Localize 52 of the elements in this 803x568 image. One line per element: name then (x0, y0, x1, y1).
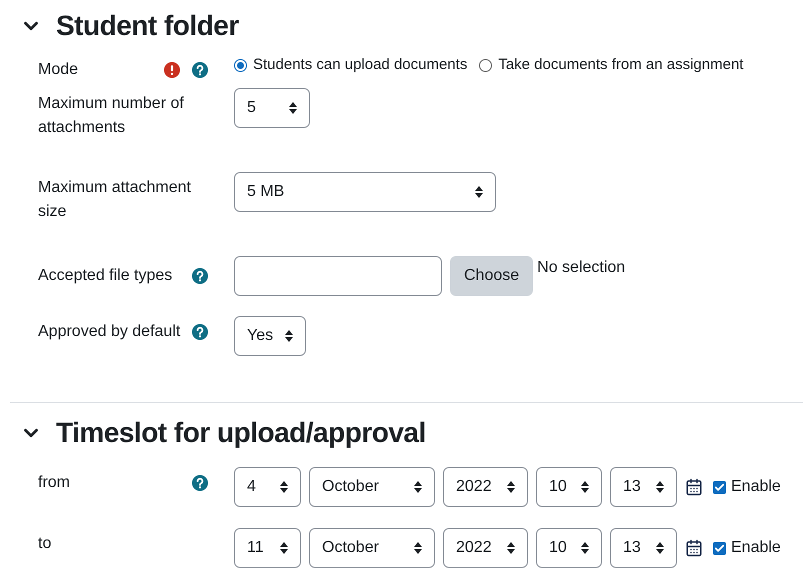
help-icon[interactable] (192, 268, 208, 284)
year-dropdown[interactable]: 2022 (443, 528, 528, 568)
minute-dropdown[interactable]: 13 (610, 467, 677, 507)
dropdown[interactable]: 5 MB (234, 172, 496, 212)
hour-dropdown[interactable]: 10 (536, 528, 602, 568)
month-dropdown[interactable]: October (309, 528, 435, 568)
field-label: to (38, 534, 52, 554)
field-label: from (38, 473, 71, 493)
up-down-icon (581, 542, 589, 554)
checkbox[interactable] (713, 480, 726, 494)
up-down-icon (507, 542, 515, 554)
dropdown[interactable]: 5 (234, 88, 310, 128)
file-status: No selection (537, 258, 626, 278)
up-down-icon (656, 481, 664, 493)
field-label: Accepted file types (38, 266, 174, 286)
dropdown[interactable]: Yes (234, 316, 306, 356)
checkbox-label: Enable (731, 477, 781, 497)
up-down-icon (280, 542, 288, 554)
checkbox-label: Enable (731, 538, 781, 558)
hour-dropdown[interactable]: 10 (536, 467, 602, 507)
radio-label: Students can upload documents (253, 55, 468, 75)
section-heading: Student folder (56, 9, 239, 43)
up-down-icon (475, 186, 483, 198)
field-label: Mode (38, 60, 80, 80)
up-down-icon (414, 542, 422, 554)
field-label: Maximum number of attachments (38, 94, 185, 138)
up-down-icon (289, 102, 297, 114)
field-label: Maximum attachment size (38, 178, 192, 222)
choose-button[interactable]: Choose (450, 256, 534, 296)
up-down-icon (656, 542, 664, 554)
input-field[interactable] (234, 256, 442, 296)
section-heading: Timeslot for upload/approval (56, 416, 426, 450)
up-down-icon (507, 481, 515, 493)
field-label: Approved by default (38, 322, 182, 342)
calendar-icon[interactable] (685, 539, 703, 557)
day-dropdown[interactable]: 4 (234, 467, 301, 507)
year-dropdown[interactable]: 2022 (443, 467, 528, 507)
up-down-icon (414, 481, 422, 493)
up-down-icon (581, 481, 589, 493)
help-icon[interactable] (192, 324, 208, 340)
help-icon[interactable] (192, 62, 208, 78)
checkbox[interactable] (713, 542, 726, 554)
radio-button[interactable] (234, 58, 247, 72)
help-icon[interactable] (192, 475, 208, 491)
radio-button[interactable] (479, 58, 492, 72)
calendar-icon[interactable] (685, 478, 703, 496)
day-dropdown[interactable]: 11 (234, 528, 301, 568)
up-down-icon (280, 481, 288, 493)
up-down-icon (285, 330, 293, 342)
month-dropdown[interactable]: October (309, 467, 435, 507)
radio-label: Take documents from an assignment (498, 55, 744, 75)
minute-dropdown[interactable]: 13 (610, 528, 677, 568)
